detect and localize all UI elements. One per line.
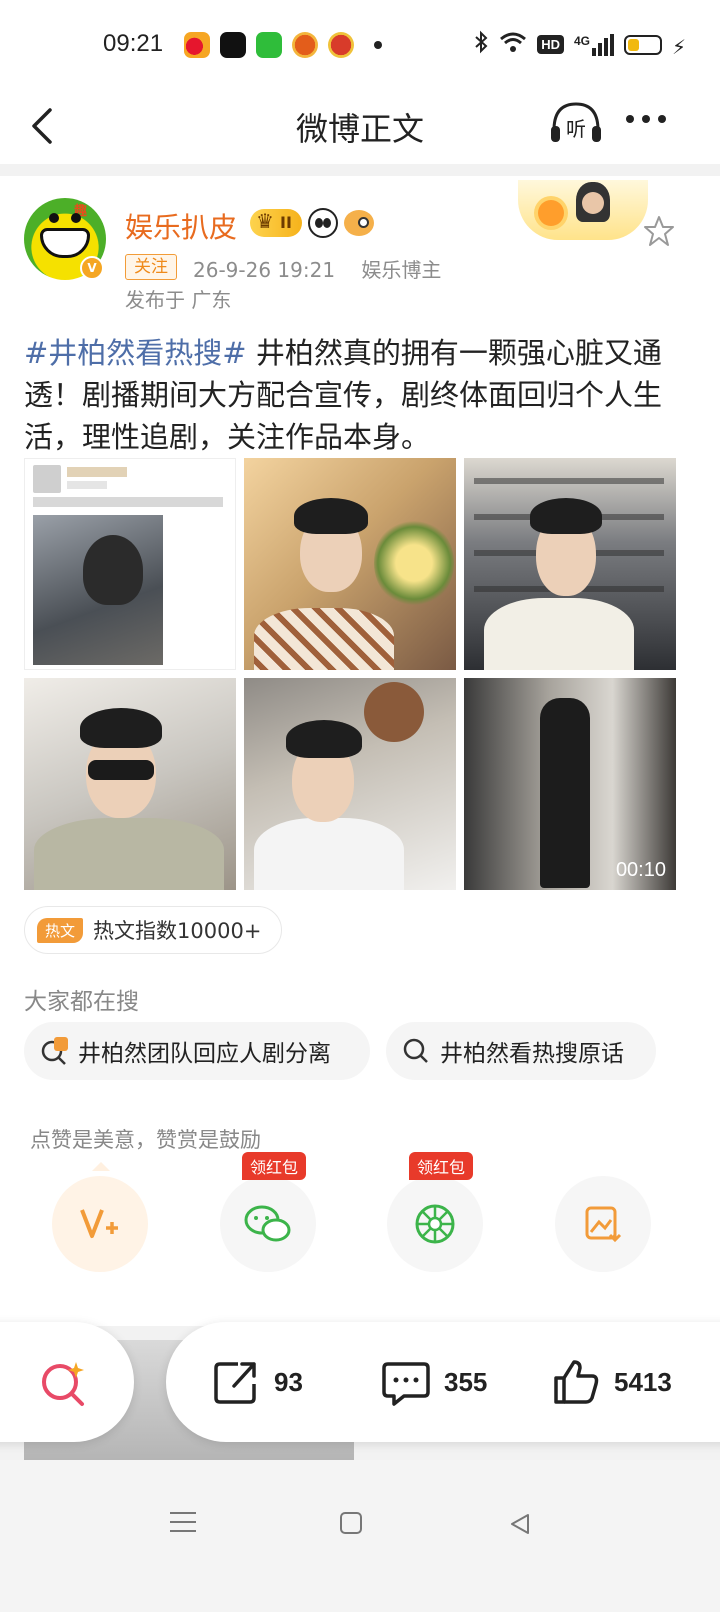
like-count: 5413: [614, 1366, 672, 1397]
post-text: #井柏然看热搜# 井柏然真的拥有一颗强心脏又通透！剧播期间大方配合宣传，剧终体面…: [24, 332, 696, 458]
post-image[interactable]: [464, 458, 676, 670]
wechat-notification-icon: [256, 32, 282, 58]
save-image-icon: [585, 1206, 622, 1243]
battery-level: [628, 38, 639, 51]
member-level-badge[interactable]: II: [250, 207, 302, 237]
search-chip[interactable]: 井柏然团队回应人剧分离: [24, 1022, 370, 1080]
search-chip-label: 井柏然团队回应人剧分离: [78, 1041, 331, 1067]
search-chip-label: 井柏然看热搜原话: [440, 1041, 624, 1067]
vip-reward-button[interactable]: [52, 1162, 148, 1272]
hot-tag: 热文: [37, 917, 84, 943]
vip-icon: [80, 1209, 118, 1238]
bluetooth-icon: [473, 30, 489, 59]
system-icons: HD 4G ⚡: [473, 30, 686, 59]
follow-button[interactable]: 关注: [125, 254, 177, 280]
thumbs-up-icon: [554, 1360, 599, 1404]
hint-caret: [92, 1162, 110, 1171]
redpack-badge: 领红包: [409, 1152, 474, 1180]
charging-icon: ⚡: [671, 34, 686, 59]
fish-badge-icon[interactable]: [343, 210, 374, 236]
post-image[interactable]: [244, 458, 456, 670]
hot-index-text: 热文指数10000+: [93, 919, 262, 943]
comment-count: 355: [444, 1366, 488, 1397]
comment-button[interactable]: 355: [380, 1356, 487, 1408]
hd-badge: HD: [537, 35, 564, 54]
system-back-icon[interactable]: [508, 1512, 532, 1536]
post-image[interactable]: [24, 458, 236, 670]
status-bar: 09:21 HD 4G ⚡: [0, 0, 720, 90]
trending-search-title: 大家都在搜: [24, 989, 139, 1015]
home-icon[interactable]: [340, 1512, 362, 1534]
share-button[interactable]: 93: [210, 1356, 303, 1408]
like-button[interactable]: 5413: [550, 1356, 672, 1408]
wifi-icon: [499, 31, 527, 58]
post-card: 趣 V 娱乐扒皮 II 关注 26-9-26 19:21 娱乐博主 发布于 广东…: [0, 176, 720, 1326]
notification-icons: [184, 32, 382, 58]
top-nav-bar: 微博正文 听: [0, 90, 720, 164]
post-image[interactable]: [24, 678, 236, 890]
sun-icon: [538, 200, 564, 226]
wechat-icon: [244, 1205, 291, 1242]
redpack-badge: 领红包: [242, 1152, 307, 1180]
comment-icon: [382, 1362, 430, 1406]
post-image[interactable]: [244, 678, 456, 890]
wechat-share-button[interactable]: 领红包: [220, 1152, 316, 1272]
post-actions: 93 355 5413: [166, 1322, 720, 1442]
page-title: 微博正文: [295, 110, 424, 148]
post-video[interactable]: 00:10: [464, 678, 676, 890]
video-duration: 00:10: [615, 859, 666, 881]
profile-decoration: [518, 180, 648, 240]
image-grid: 00:10: [24, 458, 676, 890]
author-badges: II: [250, 207, 374, 238]
signal-icon: 4G: [573, 33, 614, 56]
recent-apps-icon[interactable]: [170, 1512, 196, 1539]
search-chip[interactable]: 井柏然看热搜原话: [386, 1022, 656, 1080]
panda-badge-icon[interactable]: [307, 208, 338, 238]
listen-button[interactable]: 听: [548, 98, 604, 148]
save-image-button[interactable]: [555, 1176, 651, 1272]
reward-actions: 领红包 领红包: [0, 1152, 720, 1276]
author-name[interactable]: 娱乐扒皮: [125, 206, 237, 246]
reward-hint: 点赞是美意，赞赏是鼓励: [30, 1128, 261, 1152]
tiktok-notification-icon: [220, 32, 246, 58]
more-notifications-dot-icon: [374, 41, 382, 49]
weibo-notification-icon: [184, 32, 210, 58]
battery-icon: ⚡: [624, 34, 686, 59]
bottom-action-bar: 93 355 5413: [0, 1322, 720, 1442]
moments-share-button[interactable]: 领红包: [387, 1152, 483, 1272]
favorite-star-icon[interactable]: [642, 214, 676, 248]
avatar-face: [40, 213, 90, 258]
verified-badge-icon: V: [80, 256, 104, 280]
app-notification-icon: [328, 32, 354, 58]
post-location: 发布于 广东: [125, 288, 232, 312]
network-type: 4G: [573, 33, 590, 48]
app-notification-icon: [292, 32, 318, 58]
listen-label: 听: [566, 117, 586, 141]
author-role: 娱乐博主: [361, 258, 442, 282]
search-button[interactable]: [0, 1322, 134, 1442]
hot-search-icon: [40, 1037, 68, 1065]
search-icon: [402, 1037, 430, 1065]
post-time: 26-9-26 19:21: [193, 258, 336, 282]
more-options-icon[interactable]: [626, 115, 666, 123]
status-time: 09:21: [103, 30, 164, 57]
share-count: 93: [274, 1366, 303, 1397]
smart-search-icon: [42, 1362, 84, 1406]
decoration-portrait: [576, 182, 610, 222]
hot-index-pill[interactable]: 热文 热文指数10000+: [24, 906, 283, 954]
system-nav-bar: [0, 1460, 720, 1612]
hashtag-link[interactable]: #井柏然看热搜#: [24, 336, 247, 370]
post-meta: 26-9-26 19:21 娱乐博主: [193, 254, 441, 283]
share-icon: [214, 1362, 256, 1404]
moments-icon: [415, 1204, 455, 1244]
